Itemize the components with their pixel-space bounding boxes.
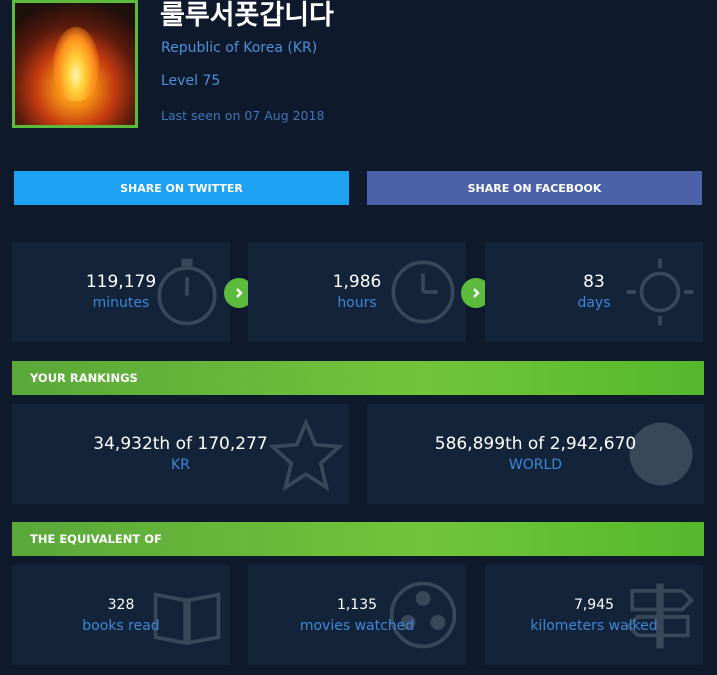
days-panel: 83 days (485, 242, 703, 342)
minutes-label: minutes (92, 295, 150, 311)
books-value: 328 (107, 597, 135, 613)
minutes-panel: 119,179 minutes (12, 242, 230, 342)
books-label: books read (82, 618, 160, 634)
share-twitter-button[interactable]: SHARE ON TWITTER (14, 171, 349, 205)
days-value: 83 (583, 272, 605, 292)
ranking-world-label: WORLD (508, 457, 563, 473)
rankings-header: YOUR RANKINGS (12, 361, 704, 395)
hours-label: hours (337, 295, 377, 311)
sun-icon (626, 258, 694, 326)
stopwatch-icon (157, 258, 217, 326)
ranking-world-value: 586,899th of 2,942,670 (434, 434, 637, 454)
profile-avatar (12, 0, 138, 128)
film-reel-icon (389, 581, 457, 649)
hours-value: 1,986 (332, 272, 382, 292)
books-panel: 328 books read (12, 565, 230, 665)
summoner-name: 룰루서폿갑니다 (160, 0, 334, 31)
book-icon (153, 592, 221, 645)
share-facebook-button[interactable]: SHARE ON FACEBOOK (367, 171, 702, 205)
equivalent-header: THE EQUIVALENT OF (12, 522, 704, 556)
hours-panel: 1,986 hours (248, 242, 466, 342)
kilometers-panel: 7,945 kilometers walked (485, 565, 703, 665)
ranking-region-value: 34,932th of 170,277 (93, 434, 268, 454)
ranking-world-panel: 586,899th of 2,942,670 WORLD (367, 404, 704, 504)
movies-label: movies watched (299, 618, 415, 634)
ranking-region-panel: 34,932th of 170,277 KR (12, 404, 349, 504)
profile-region: Republic of Korea (KR) (161, 40, 318, 56)
last-seen: Last seen on 07 Aug 2018 (161, 108, 325, 123)
clock-icon (391, 260, 455, 324)
star-icon (269, 417, 343, 491)
minutes-value: 119,179 (85, 272, 157, 292)
kilometers-value: 7,945 (573, 597, 615, 613)
days-label: days (577, 295, 611, 311)
profile-level: Level 75 (161, 73, 221, 89)
movies-value: 1,135 (336, 597, 378, 613)
kilometers-label: kilometers walked (530, 618, 658, 634)
signpost-icon (625, 583, 695, 649)
ranking-region-label: KR (171, 457, 190, 473)
flame-image (53, 27, 99, 101)
movies-panel: 1,135 movies watched (248, 565, 466, 665)
